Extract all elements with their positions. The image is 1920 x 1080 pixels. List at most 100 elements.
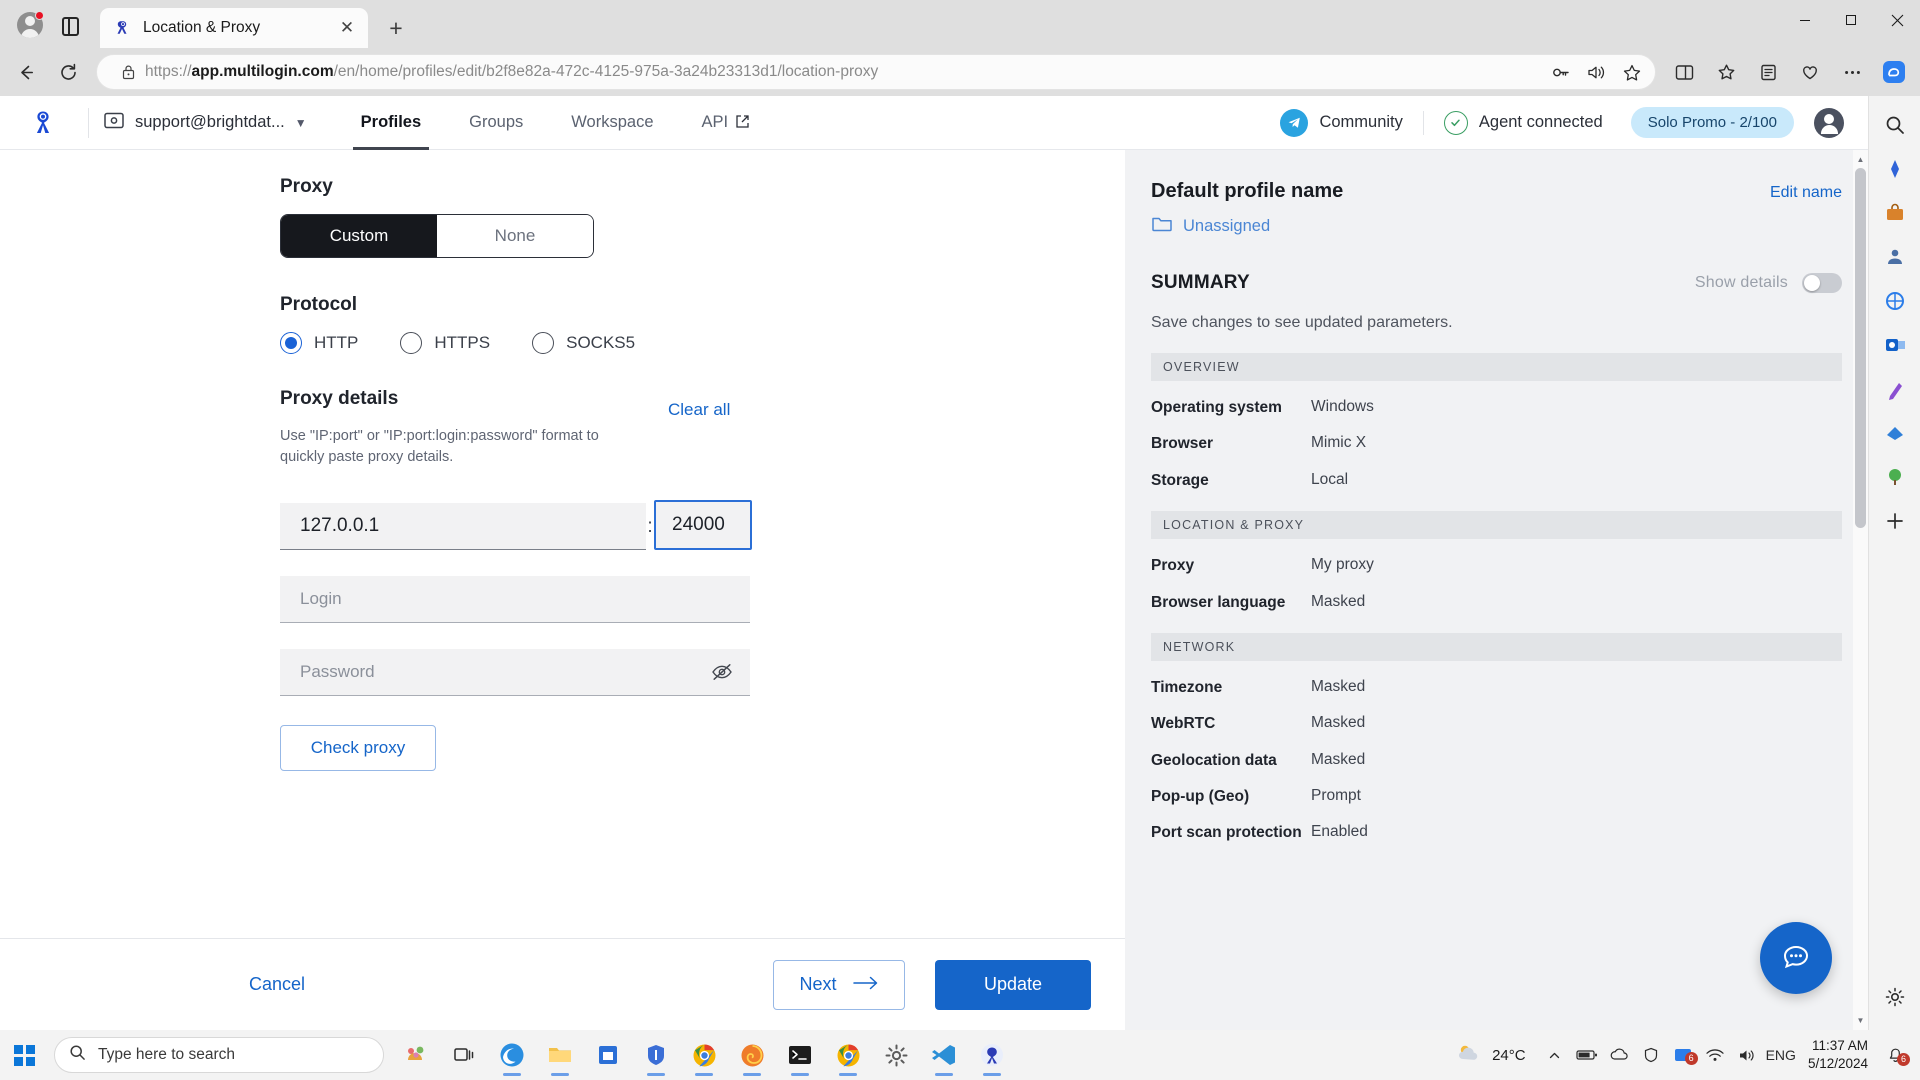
- key-icon[interactable]: [1545, 57, 1575, 87]
- sidebar-tools-icon[interactable]: [1876, 238, 1914, 276]
- tray-expand-icon[interactable]: [1542, 1049, 1568, 1062]
- tray-language[interactable]: ENG: [1766, 1047, 1796, 1063]
- browser-essentials-icon[interactable]: [1790, 53, 1830, 91]
- taskbar-chrome-2-icon[interactable]: [826, 1032, 870, 1078]
- split-screen-icon[interactable]: [1664, 53, 1704, 91]
- nav-item-profiles[interactable]: Profiles: [337, 96, 446, 150]
- chevron-down-icon: ▼: [295, 116, 307, 130]
- favorites-icon[interactable]: [1706, 53, 1746, 91]
- cancel-button[interactable]: Cancel: [249, 974, 305, 995]
- browser-profile-button[interactable]: [8, 5, 52, 45]
- sidebar-settings-icon[interactable]: [1876, 978, 1914, 1016]
- sidebar-add-icon[interactable]: [1876, 502, 1914, 540]
- settings-and-more-icon[interactable]: [1832, 53, 1872, 91]
- sidebar-tree-icon[interactable]: [1876, 458, 1914, 496]
- port-input[interactable]: 24000: [654, 500, 752, 550]
- protocol-radio-socks5[interactable]: SOCKS5: [532, 332, 635, 354]
- window-minimize-button[interactable]: [1782, 0, 1828, 40]
- proxy-mode-none[interactable]: None: [437, 215, 593, 257]
- taskbar-multilogin-icon[interactable]: [970, 1032, 1014, 1078]
- summary-row: Browser language Masked: [1151, 593, 1842, 612]
- nav-item-api[interactable]: API: [678, 96, 775, 150]
- sidebar-search-icon[interactable]: [1876, 106, 1914, 144]
- toggle-password-visibility-icon[interactable]: [708, 658, 736, 686]
- nav-item-groups[interactable]: Groups: [445, 96, 547, 150]
- taskbar-file-explorer-icon[interactable]: [538, 1032, 582, 1078]
- tray-defender-icon[interactable]: [1638, 1047, 1664, 1063]
- summary-value: Prompt: [1311, 787, 1361, 806]
- new-tab-button[interactable]: +: [378, 11, 414, 45]
- login-input[interactable]: Login: [280, 576, 750, 623]
- password-input[interactable]: Password: [280, 649, 750, 696]
- window-maximize-button[interactable]: [1828, 0, 1874, 40]
- start-button[interactable]: [0, 1045, 48, 1066]
- taskbar-brave-icon[interactable]: [634, 1032, 678, 1078]
- ip-input[interactable]: 127.0.0.1: [280, 503, 646, 550]
- scrollbar-thumb[interactable]: [1855, 168, 1866, 528]
- account-avatar[interactable]: [1814, 108, 1844, 138]
- proxy-mode-toggle[interactable]: Custom None: [280, 214, 594, 258]
- summary-value: Windows: [1311, 398, 1374, 417]
- address-bar[interactable]: https://app.multilogin.com/en/home/profi…: [96, 54, 1656, 90]
- tray-battery-icon[interactable]: [1574, 1048, 1600, 1062]
- taskbar-settings-icon[interactable]: [874, 1032, 918, 1078]
- taskbar-clock[interactable]: 11:37 AM 5/12/2024: [1802, 1037, 1876, 1073]
- taskbar-firefox-icon[interactable]: [730, 1032, 774, 1078]
- next-button[interactable]: Next: [773, 960, 905, 1010]
- tray-app-icon[interactable]: 6: [1670, 1047, 1696, 1063]
- back-button[interactable]: [6, 53, 46, 91]
- summary-value: Masked: [1311, 714, 1365, 733]
- update-button[interactable]: Update: [935, 960, 1091, 1010]
- check-proxy-button[interactable]: Check proxy: [280, 725, 436, 771]
- taskbar-widgets-icon[interactable]: [394, 1032, 438, 1078]
- collections-icon[interactable]: [1748, 53, 1788, 91]
- community-link[interactable]: Community: [1280, 109, 1422, 137]
- show-details-toggle[interactable]: [1802, 273, 1842, 293]
- nav-item-workspace[interactable]: Workspace: [547, 96, 677, 150]
- taskbar-store-icon[interactable]: [586, 1032, 630, 1078]
- scroll-down-arrow-icon[interactable]: ▼: [1853, 1013, 1868, 1028]
- clear-all-link[interactable]: Clear all: [668, 400, 730, 420]
- notification-center-button[interactable]: 6: [1882, 1047, 1908, 1064]
- sidebar-onenote-icon[interactable]: [1876, 370, 1914, 408]
- taskbar-terminal-icon[interactable]: [778, 1032, 822, 1078]
- account-selector[interactable]: support@brightdat... ▼: [103, 110, 307, 135]
- weather-widget[interactable]: 24°C: [1456, 1042, 1536, 1068]
- edit-name-link[interactable]: Edit name: [1770, 184, 1842, 202]
- sidebar-games-icon[interactable]: [1876, 414, 1914, 452]
- window-close-button[interactable]: [1874, 0, 1920, 40]
- protocol-radio-http[interactable]: HTTP: [280, 332, 358, 354]
- sidebar-shopping-icon[interactable]: [1876, 194, 1914, 232]
- show-details-control[interactable]: Show details: [1695, 273, 1842, 293]
- live-chat-button[interactable]: [1760, 922, 1832, 994]
- tray-onedrive-icon[interactable]: [1606, 1048, 1632, 1062]
- browser-tab[interactable]: Location & Proxy ✕: [100, 8, 368, 48]
- profile-folder[interactable]: Unassigned: [1151, 215, 1842, 238]
- protocol-radio-https[interactable]: HTTPS: [400, 332, 490, 354]
- taskbar-vscode-icon[interactable]: [922, 1032, 966, 1078]
- scroll-up-arrow-icon[interactable]: ▲: [1853, 152, 1868, 167]
- copilot-icon[interactable]: [1874, 53, 1914, 91]
- protocol-label: HTTPS: [434, 333, 490, 353]
- sidebar-office-icon[interactable]: [1876, 282, 1914, 320]
- summary-row: Storage Local: [1151, 471, 1842, 490]
- reload-button[interactable]: [48, 53, 88, 91]
- sidebar-discover-icon[interactable]: [1876, 150, 1914, 188]
- taskbar-search[interactable]: Type here to search: [54, 1037, 384, 1073]
- favorite-star-icon[interactable]: [1617, 57, 1647, 87]
- proxy-mode-custom[interactable]: Custom: [281, 215, 437, 257]
- ip-port-separator: :: [646, 516, 654, 550]
- read-aloud-icon[interactable]: [1581, 57, 1611, 87]
- page-scrollbar[interactable]: ▲ ▼: [1853, 150, 1868, 1030]
- site-lock-icon[interactable]: [117, 64, 139, 80]
- sidebar-outlook-icon[interactable]: [1876, 326, 1914, 364]
- tray-network-icon[interactable]: [1702, 1048, 1728, 1062]
- tray-volume-icon[interactable]: [1734, 1048, 1760, 1063]
- tab-close-icon[interactable]: ✕: [334, 15, 360, 41]
- multilogin-logo-icon[interactable]: [26, 106, 60, 140]
- vertical-tabs-button[interactable]: [52, 8, 88, 44]
- taskbar-chrome-icon[interactable]: [682, 1032, 726, 1078]
- promo-badge[interactable]: Solo Promo - 2/100: [1631, 107, 1794, 138]
- taskbar-task-view-icon[interactable]: [442, 1032, 486, 1078]
- taskbar-edge-icon[interactable]: [490, 1032, 534, 1078]
